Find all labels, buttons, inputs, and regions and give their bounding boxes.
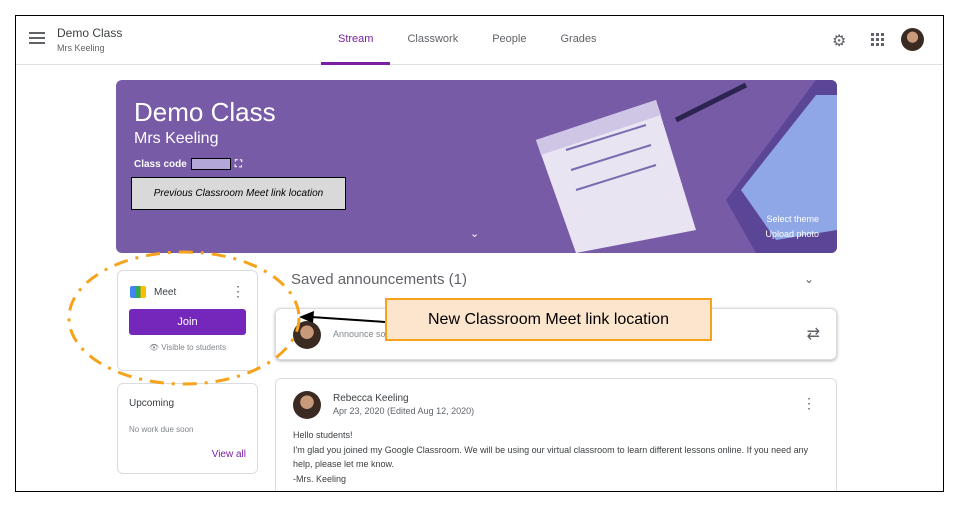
screenshot-frame: Demo Class Mrs Keeling Stream Classwork … (15, 15, 944, 492)
arrow-head (299, 311, 314, 323)
new-meet-location-callout: New Classroom Meet link location (385, 298, 712, 341)
annotation-overlay (67, 250, 386, 386)
dashed-ellipse-highlight (67, 250, 301, 386)
arrow-line (310, 316, 386, 323)
